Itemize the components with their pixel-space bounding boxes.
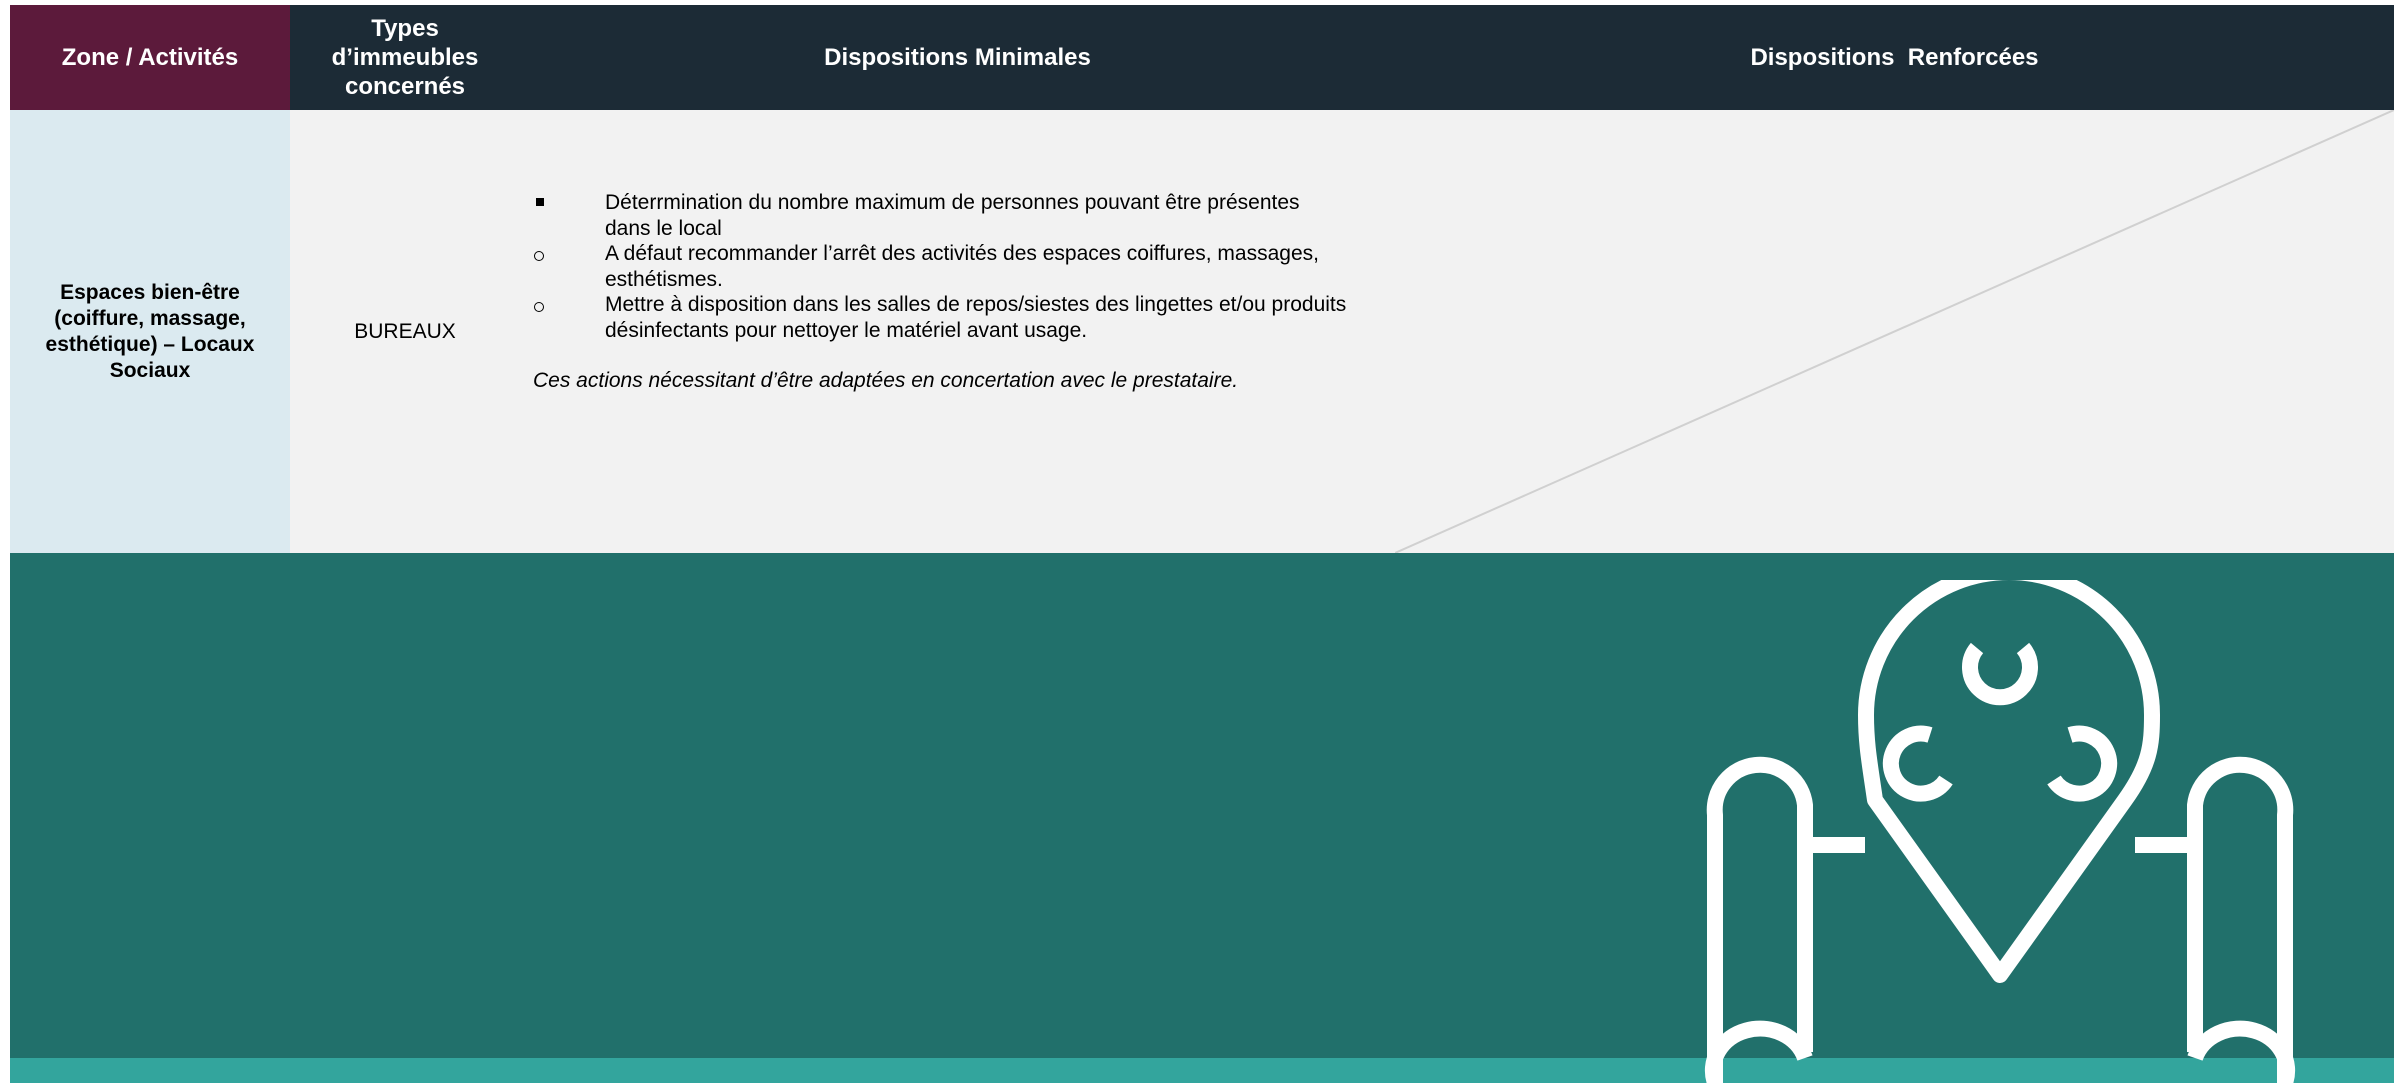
zone-cell: Espaces bien-être (coiffure, massage, es…	[10, 110, 290, 553]
list-item-text: Mettre à disposition dans les salles de …	[605, 293, 1347, 316]
list-item-text: Déterrmination du nombre maximum de pers…	[605, 191, 1300, 214]
zone-line: (coiffure, massage,	[54, 306, 246, 330]
header-dispositions-minimales: Dispositions Minimales	[520, 5, 1395, 110]
header-types-line: concernés	[344, 73, 466, 100]
building-type: BUREAUX	[354, 319, 456, 343]
biohazard-location-scroll-icon	[1704, 580, 2296, 1083]
list-item-text: dans le local	[605, 216, 722, 240]
circle-bullet-icon	[534, 302, 544, 312]
header-renforcees-label: Dispositions Renforcées	[1750, 44, 2039, 71]
header-zone-activites: Zone / Activités	[10, 5, 290, 110]
zone-line: esthétique) – Locaux	[45, 332, 255, 356]
list-item-text: désinfectants pour nettoyer le matériel …	[605, 318, 1088, 342]
zone-line: Sociaux	[109, 358, 191, 382]
header-zone-label: Zone / Activités	[61, 44, 239, 71]
square-bullet-icon	[536, 198, 544, 206]
header-types-line: Types	[371, 15, 439, 42]
empty-cell-diagonal	[1395, 110, 2394, 553]
minimal-dispositions-cell: Déterrmination du nombre maximum de pers…	[533, 190, 1393, 394]
prestataire-note: Ces actions nécessitant d’être adaptées …	[533, 369, 1239, 392]
list-item: Mettre à disposition dans les salles de …	[533, 292, 1393, 343]
list-item: Déterrmination du nombre maximum de pers…	[533, 190, 1393, 241]
zone-line: Espaces bien-être	[60, 280, 240, 304]
circle-bullet-icon	[534, 251, 544, 261]
header-types-line: d’immeubles	[331, 44, 479, 71]
list-item-text: esthétismes.	[605, 267, 723, 291]
types-cell: BUREAUX	[290, 110, 520, 553]
header-types-immeubles: Types d’immeubles concernés	[290, 5, 520, 110]
list-item-text: A défaut recommander l’arrêt des activit…	[605, 242, 1319, 265]
header-dispositions-renforcees: Dispositions Renforcées	[1395, 5, 2394, 110]
list-item: A défaut recommander l’arrêt des activit…	[533, 241, 1393, 292]
header-minimal-label: Dispositions Minimales	[824, 44, 1091, 71]
